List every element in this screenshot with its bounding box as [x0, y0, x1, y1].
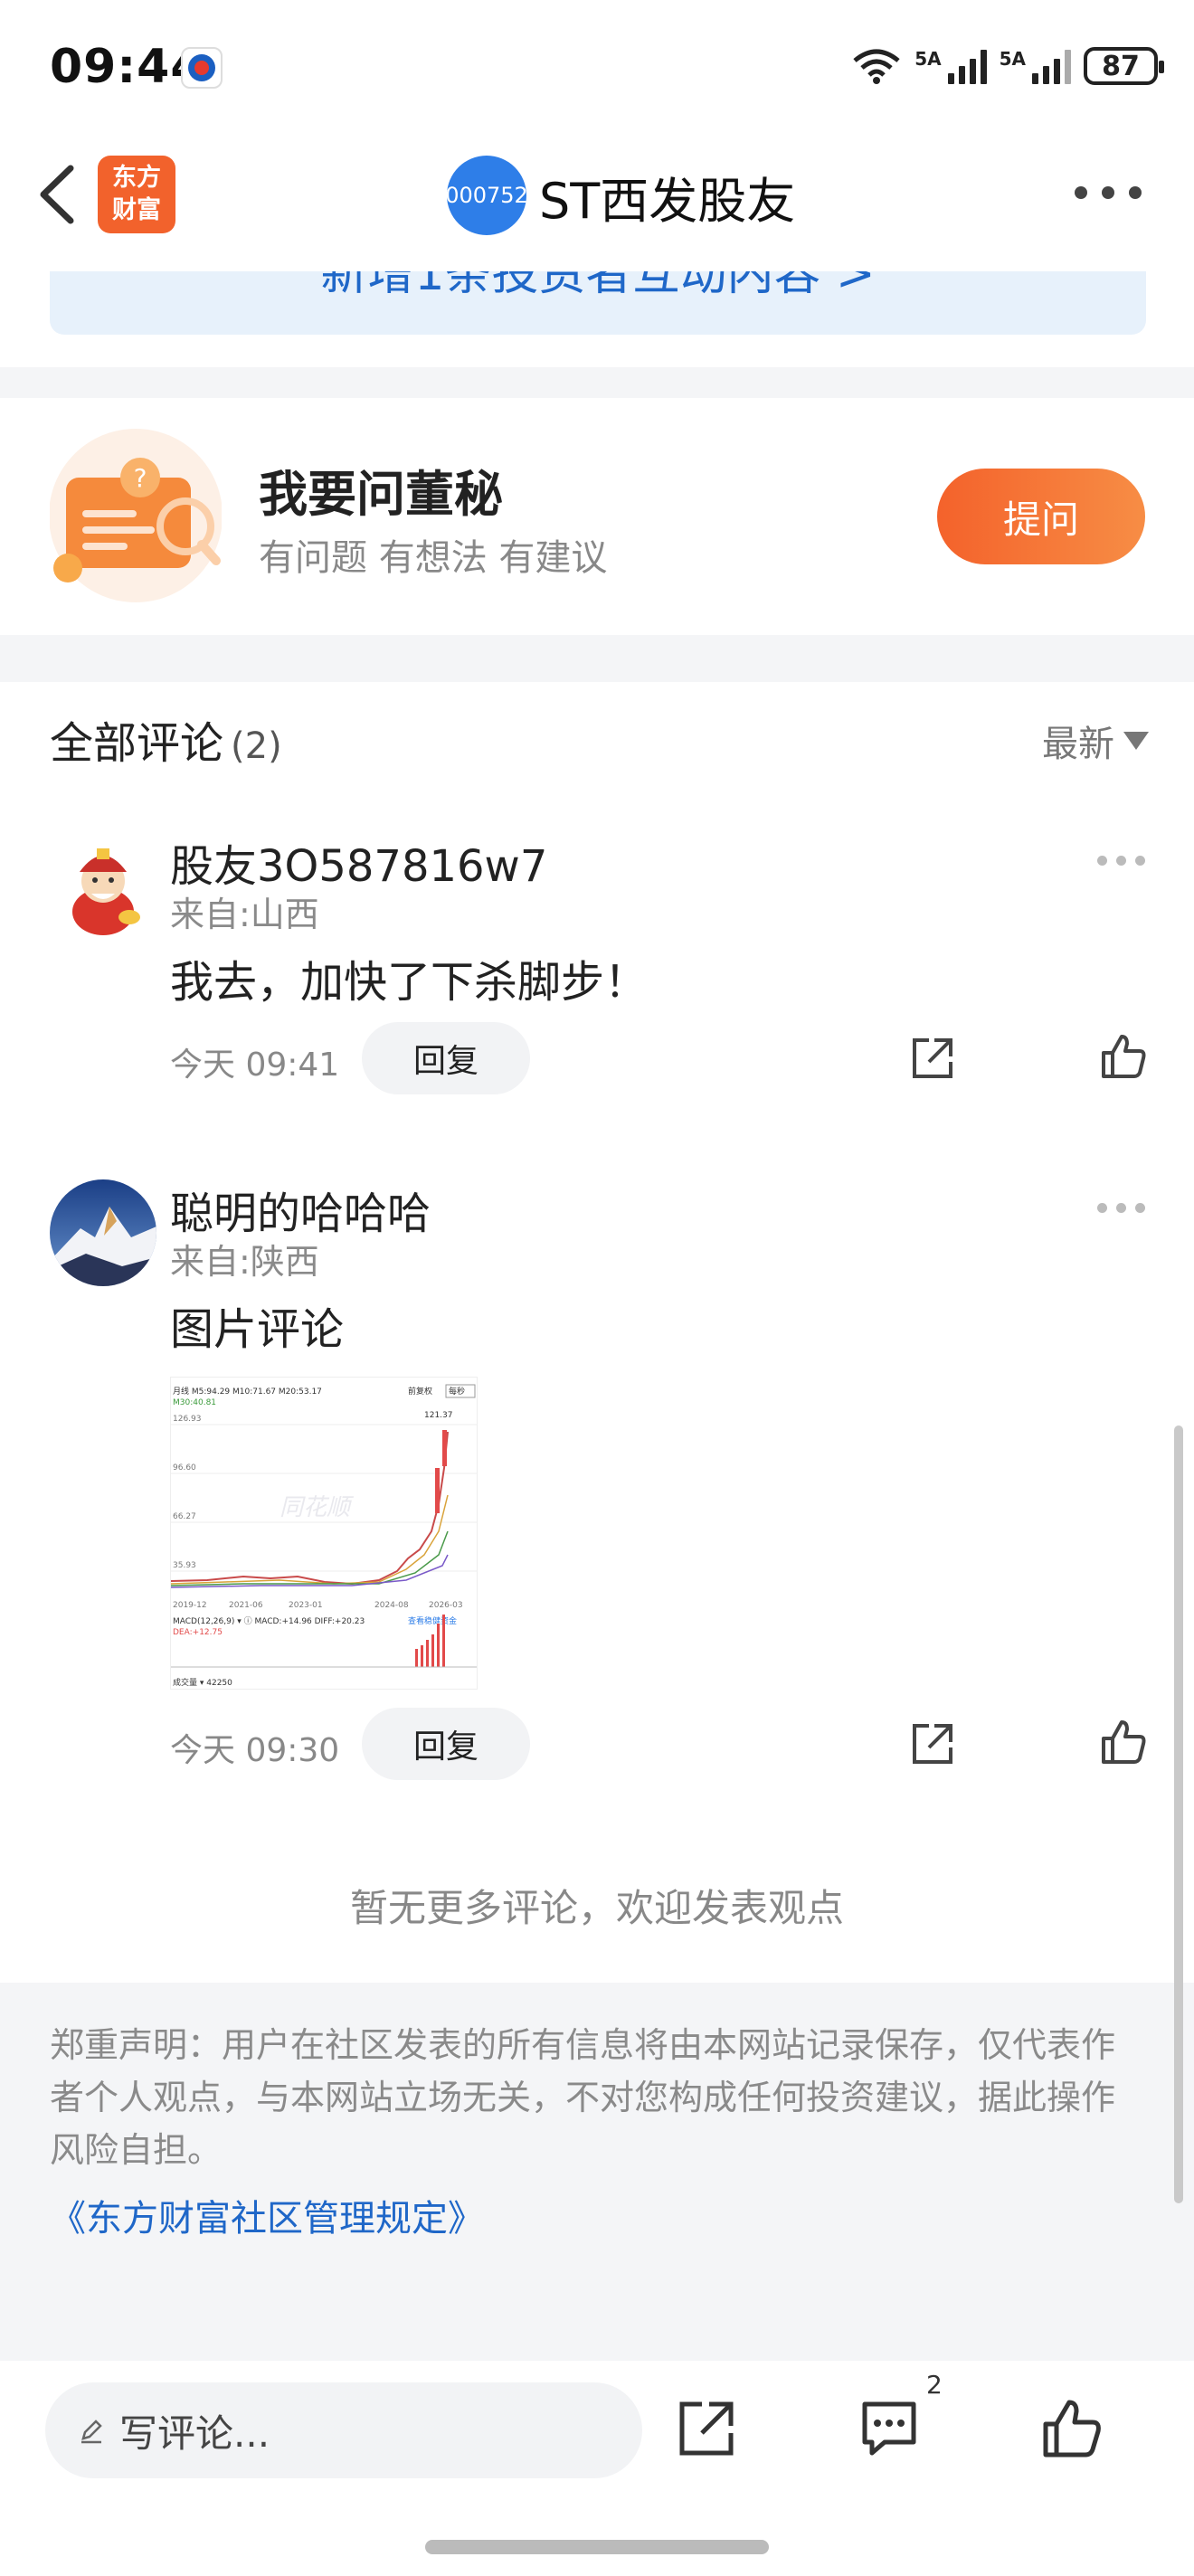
chart-legend: M30:40.81 [173, 1398, 216, 1407]
share-icon[interactable] [907, 1033, 958, 1084]
thumbs-up-icon[interactable] [1098, 1031, 1149, 1082]
scrollbar[interactable] [1174, 1425, 1183, 2203]
comments-header: 全部评论 (2) [50, 718, 282, 769]
chart-y-label: 96.60 [173, 1463, 196, 1473]
question-document-icon: ? [50, 429, 222, 602]
notification-app-icon [181, 47, 223, 89]
chart-tag: 每秒 [449, 1386, 465, 1397]
share-icon[interactable] [907, 1719, 958, 1769]
chart-watermark: 同花顺 [280, 1494, 355, 1521]
ask-title: 我要问董秘 [259, 466, 503, 523]
signal-icon: 5A [1000, 48, 1071, 84]
divider [0, 635, 1194, 682]
chart-dea-label: DEA:+12.75 [173, 1628, 223, 1637]
banner-text: 新增1条投资者互动内容 > [320, 271, 876, 301]
chart-legend: 月线 M5:94.29 M10:71.67 M20:53.17 [173, 1386, 322, 1397]
chart-volume-label: 成交量 ▾ 42250 [173, 1677, 232, 1688]
chart-tag: 前复权 [408, 1386, 432, 1397]
chart-y-label: 35.93 [173, 1561, 196, 1570]
caret-down-icon [1123, 732, 1149, 750]
comment-time: 今天 09:41 [170, 1046, 340, 1084]
comment-username[interactable]: 股友3O587816w7 [170, 830, 547, 894]
avatar[interactable] [50, 1179, 156, 1286]
thumbs-up-icon[interactable] [1098, 1717, 1149, 1767]
status-icons: 5A 5A 87 [851, 47, 1164, 85]
back-icon[interactable] [34, 163, 80, 226]
comment-count-badge: 2 [926, 2370, 943, 2400]
comment-time: 今天 09:30 [170, 1732, 340, 1769]
comment-text[interactable]: 我去，加快了下杀脚步！ [170, 946, 648, 1009]
chart-peak-label: 121.37 [424, 1411, 453, 1420]
chart-x-label: 2023-01 [289, 1601, 323, 1610]
reply-button[interactable]: 回复 [362, 1022, 530, 1094]
wifi-icon [853, 49, 900, 84]
comment-username[interactable]: 聪明的哈哈哈 [170, 1178, 431, 1241]
chart-macd-link: 查看稳健资金 [408, 1615, 457, 1626]
brand-logo[interactable]: 东方 财富 [98, 156, 175, 233]
no-more-comments: 暂无更多评论，欢迎发表观点 [349, 1886, 844, 1930]
comment-location: 来自:陕西 [170, 1242, 319, 1282]
sort-dropdown[interactable]: 最新 [1042, 715, 1149, 767]
signal-icon: 5A [914, 48, 987, 84]
ask-subtitle: 有问题 有想法 有建议 [259, 537, 608, 579]
page-title[interactable]: ST西发股友 [539, 161, 795, 232]
divider [0, 367, 1194, 398]
share-icon[interactable] [675, 2397, 738, 2460]
chart-macd-label: MACD(12,26,9) ▾ ⓘ MACD:+14.96 DIFF:+20.2… [173, 1616, 365, 1626]
chart-x-label: 2024-08 [374, 1601, 409, 1610]
comment-more-icon[interactable] [1097, 1203, 1145, 1213]
home-indicator[interactable] [425, 2540, 769, 2554]
disclaimer-text: 郑重声明：用户在社区发表的所有信息将由本网站记录保存，仅代表作者个人观点，与本网… [50, 2025, 1116, 2170]
comment-more-icon[interactable] [1097, 856, 1145, 866]
more-icon[interactable] [1075, 186, 1142, 199]
chart-x-label: 2021-06 [229, 1601, 263, 1610]
chart-y-label: 66.27 [173, 1512, 196, 1521]
pencil-icon [81, 2420, 102, 2444]
community-rules-link[interactable]: 《东方财富社区管理规定》 [50, 2189, 484, 2241]
chart-y-label: 126.93 [173, 1415, 202, 1424]
avatar[interactable] [50, 830, 156, 937]
chart-x-label: 2019-12 [173, 1601, 207, 1610]
reply-button[interactable]: 回复 [362, 1708, 530, 1780]
write-comment-input[interactable]: 写评论... [45, 2382, 642, 2478]
comment-location: 来自:山西 [170, 895, 319, 934]
ask-question-button[interactable]: 提问 [937, 469, 1145, 564]
investor-interaction-banner[interactable]: 新增1条投资者互动内容 > [50, 271, 1146, 335]
stock-code-badge[interactable]: 000752 [445, 156, 528, 235]
chart-x-label: 2026-03 [429, 1601, 463, 1610]
battery-icon: 87 [1084, 47, 1164, 85]
comment-text[interactable]: 图片评论 [170, 1293, 344, 1357]
comment-image[interactable]: 月线 M5:94.29 M10:71.67 M20:53.17 M30:40.8… [170, 1377, 478, 1690]
comment-icon[interactable] [858, 2397, 921, 2460]
thumbs-up-icon[interactable] [1040, 2397, 1104, 2460]
svg-text:?: ? [134, 463, 147, 493]
